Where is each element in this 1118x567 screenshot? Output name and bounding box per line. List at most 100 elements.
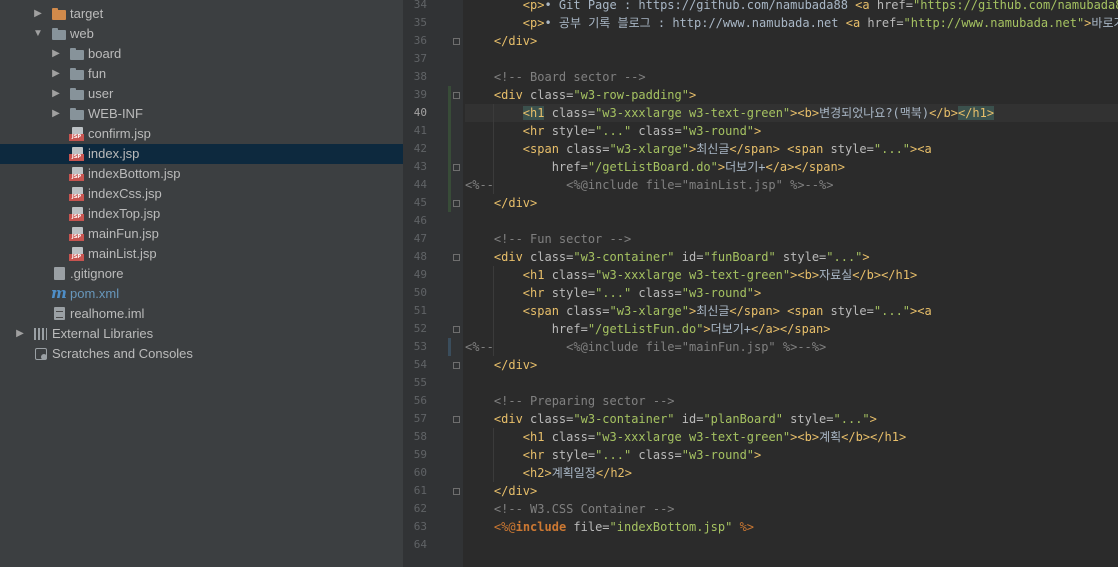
code-token: >: [703, 322, 711, 336]
line-number: 39: [413, 88, 427, 101]
code-line[interactable]: <hr style="..." class="w3-round">: [465, 284, 1118, 302]
vcs-change-marker[interactable]: [448, 86, 451, 212]
line-number: 57: [413, 412, 427, 425]
fold-marker-icon[interactable]: [453, 488, 460, 495]
code-line[interactable]: href="/getListBoard.do">더보기+</a></span>: [465, 158, 1118, 176]
tree-item[interactable]: ▼ web: [0, 24, 403, 44]
code-line[interactable]: <p>• 공부 기록 블로그 : http://www.namubada.net…: [465, 14, 1118, 32]
fold-marker-icon[interactable]: [453, 38, 460, 45]
tree-item[interactable]: mainFun.jsp: [0, 224, 403, 244]
code-token: <p>: [522, 16, 545, 30]
code-line[interactable]: <div class="w3-container" id="planBoard"…: [465, 410, 1118, 428]
code-line[interactable]: </div>: [465, 32, 1118, 50]
code-line[interactable]: [465, 536, 1118, 554]
code-line[interactable]: <h1 class="w3-xxxlarge w3-text-green"><b…: [465, 104, 1118, 122]
code-token: 최신글: [696, 142, 730, 156]
code-line[interactable]: href="/getListFun.do">더보기+</a></span>: [465, 320, 1118, 338]
jsp-file-icon: [69, 167, 85, 181]
code-line[interactable]: [465, 374, 1118, 392]
code-line[interactable]: <h1 class="w3-xxxlarge w3-text-green"><b…: [465, 266, 1118, 284]
tree-item[interactable]: realhome.iml: [0, 304, 403, 324]
code-token: <b>: [797, 268, 820, 282]
fold-marker-icon[interactable]: [453, 416, 460, 423]
fold-marker-icon[interactable]: [453, 362, 460, 369]
code-line[interactable]: <h1 class="w3-xxxlarge w3-text-green"><b…: [465, 428, 1118, 446]
code-line[interactable]: <!-- Fun sector -->: [465, 230, 1118, 248]
code-token: </h2>: [595, 466, 632, 480]
tree-item[interactable]: indexBottom.jsp: [0, 164, 403, 184]
tree-item-label: confirm.jsp: [88, 126, 151, 141]
code-line[interactable]: </div>: [465, 194, 1118, 212]
code-token: class=: [530, 88, 574, 102]
code-line[interactable]: [465, 50, 1118, 68]
code-editor[interactable]: 34 35 36 37 38 39 40 41 42 43 44 45 46 47 48 49 50 51 52 53…: [403, 0, 1118, 567]
folder-icon: [51, 7, 67, 21]
code-token: "w3-xxxlarge w3-text-green": [595, 268, 791, 282]
code-token: ><a: [910, 142, 932, 156]
code-line[interactable]: <p>• Git Page : https://github.com/namub…: [465, 0, 1118, 14]
tree-item[interactable]: confirm.jsp: [0, 124, 403, 144]
fold-marker-icon[interactable]: [453, 326, 460, 333]
project-tree-panel[interactable]: ▶ target ▼ web ▶ board ▶ fun ▶ user ▶ WEB-INF confir…: [0, 0, 403, 567]
tree-item[interactable]: index.jsp: [0, 144, 403, 164]
code-token: class=: [551, 268, 596, 282]
line-number: 64: [413, 538, 427, 551]
tree-item[interactable]: ▶ External Libraries: [0, 324, 403, 344]
tree-item[interactable]: Scratches and Consoles: [0, 344, 403, 364]
code-line[interactable]: <div class="w3-row-padding">: [465, 86, 1118, 104]
code-line[interactable]: <h2>계획일정</h2>: [465, 464, 1118, 482]
tree-item-label: board: [88, 46, 122, 61]
vcs-change-marker[interactable]: [448, 338, 451, 356]
fold-marker-icon[interactable]: [453, 200, 460, 207]
tree-item[interactable]: pom.xml: [0, 283, 403, 304]
code-token: "w3-round": [681, 448, 755, 462]
tree-item-label: user: [88, 86, 114, 101]
code-line[interactable]: <div class="w3-container" id="funBoard" …: [465, 248, 1118, 266]
code-token: class=: [631, 448, 682, 462]
code-line[interactable]: <span class="w3-xlarge">최신글</span> <span…: [465, 302, 1118, 320]
code-line[interactable]: <hr style="..." class="w3-round">: [465, 122, 1118, 140]
fold-marker-icon[interactable]: [453, 164, 460, 171]
code-line[interactable]: </div>: [465, 356, 1118, 374]
code-line[interactable]: <!-- Preparing sector -->: [465, 392, 1118, 410]
code-area[interactable]: <p>• Git Page : https://github.com/namub…: [465, 0, 1118, 554]
tree-item[interactable]: ▶ WEB-INF: [0, 104, 403, 124]
chevron-right-icon[interactable]: ▶: [50, 44, 62, 64]
code-token: "w3-container": [573, 412, 675, 426]
code-token: style=: [782, 412, 834, 426]
tree-item[interactable]: ▶ board: [0, 44, 403, 64]
tree-item[interactable]: ▶ fun: [0, 64, 403, 84]
code-line[interactable]: <%-- <%@include file="mainFun.jsp" %>--%…: [465, 338, 1118, 356]
code-token: style=: [830, 142, 874, 156]
tree-item[interactable]: .gitignore: [0, 264, 403, 284]
chevron-right-icon[interactable]: ▶: [50, 104, 62, 124]
chevron-right-icon[interactable]: ▶: [14, 324, 26, 344]
code-line[interactable]: <!-- Board sector -->: [465, 68, 1118, 86]
code-line[interactable]: [465, 212, 1118, 230]
code-line[interactable]: <%@include file="indexBottom.jsp" %>: [465, 518, 1118, 536]
code-token: class=: [631, 286, 682, 300]
code-token: 변경되었나요?(맥북): [819, 106, 930, 120]
chevron-right-icon[interactable]: ▶: [50, 64, 62, 84]
tree-item[interactable]: ▶ user: [0, 84, 403, 104]
tree-item[interactable]: mainList.jsp: [0, 244, 403, 264]
code-line[interactable]: <!-- W3.CSS Container -->: [465, 500, 1118, 518]
code-line[interactable]: </div>: [465, 482, 1118, 500]
chevron-right-icon[interactable]: ▶: [50, 84, 62, 104]
indent-guide: [493, 428, 494, 482]
fold-marker-icon[interactable]: [453, 254, 460, 261]
code-token: >: [754, 124, 762, 138]
line-number: 47: [413, 232, 427, 245]
chevron-down-icon[interactable]: ▼: [32, 24, 44, 44]
code-line[interactable]: <span class="w3-xlarge">최신글</span> <span…: [465, 140, 1118, 158]
tree-item[interactable]: ▶ target: [0, 4, 403, 24]
chevron-right-icon[interactable]: ▶: [32, 4, 44, 24]
fold-marker-icon[interactable]: [453, 92, 460, 99]
code-token: <div: [493, 88, 531, 102]
line-number: 46: [413, 214, 427, 227]
code-line[interactable]: <hr style="..." class="w3-round">: [465, 446, 1118, 464]
code-line[interactable]: <%-- <%@include file="mainList.jsp" %>--…: [465, 176, 1118, 194]
tree-item[interactable]: indexCss.jsp: [0, 184, 403, 204]
tree-item[interactable]: indexTop.jsp: [0, 204, 403, 224]
